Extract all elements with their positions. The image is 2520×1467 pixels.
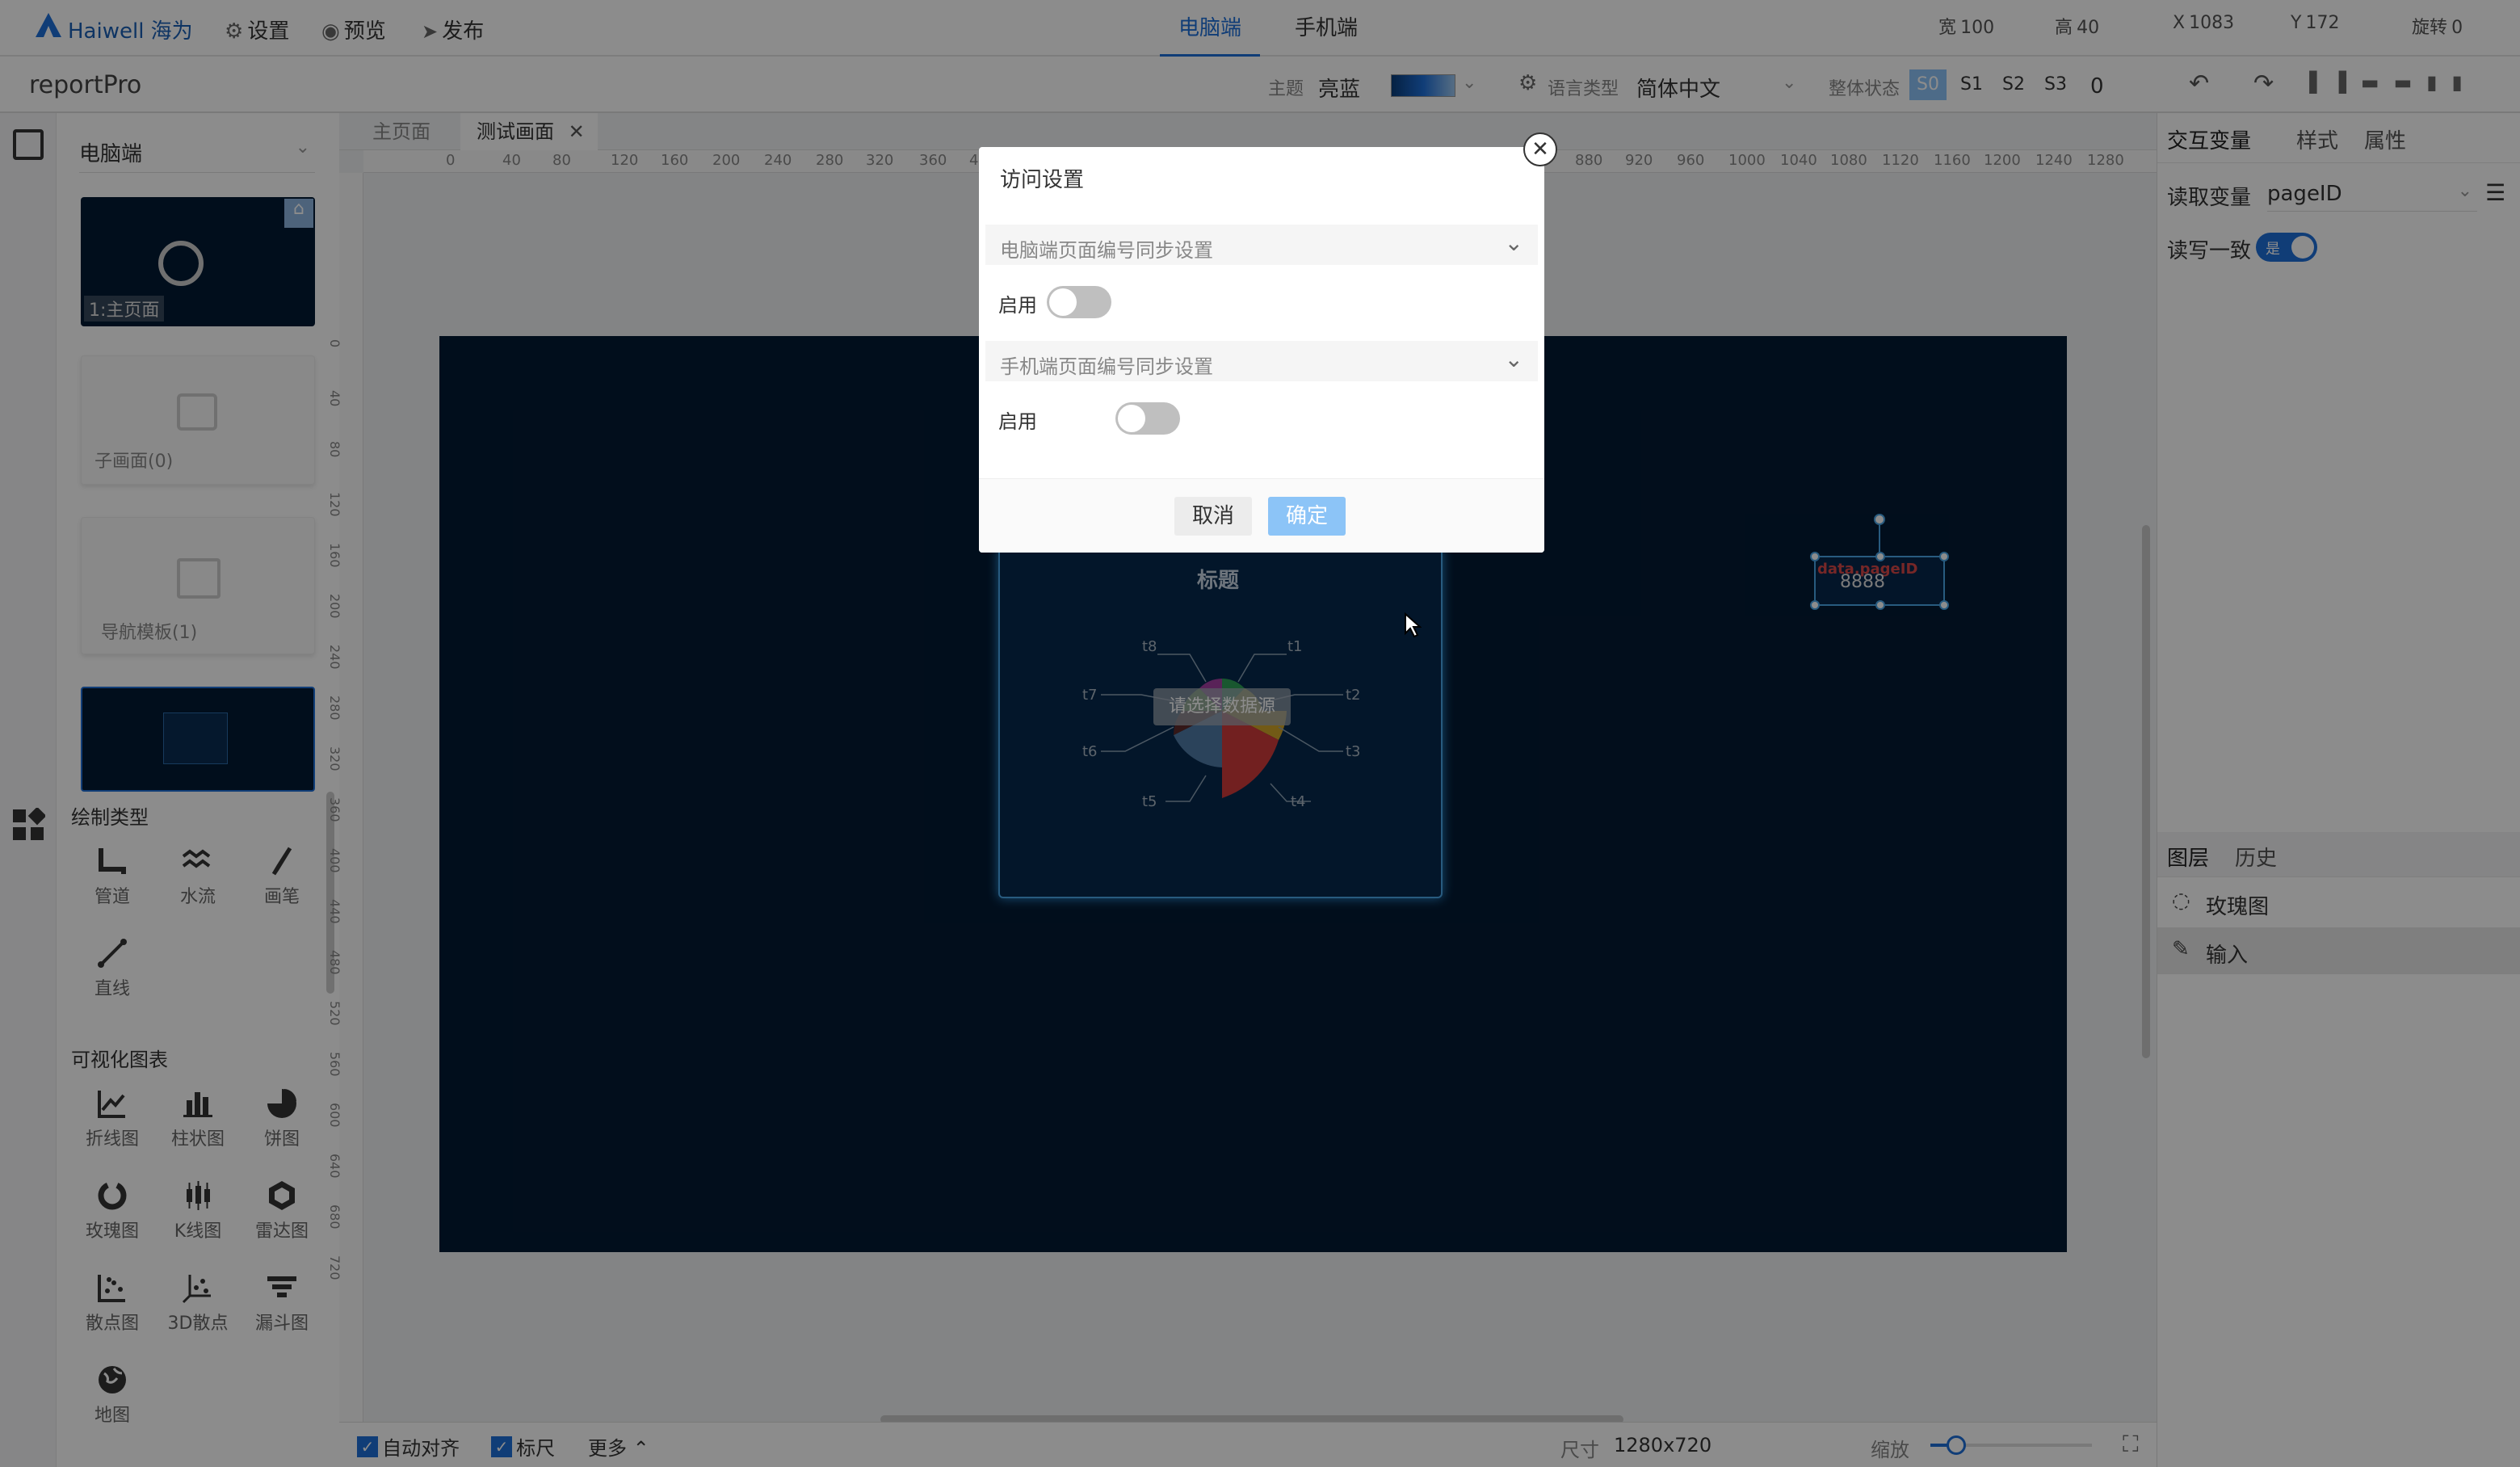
- dialog-close-button[interactable]: ✕: [1523, 132, 1557, 166]
- mobile-enable-switch[interactable]: [1115, 402, 1181, 435]
- mobile-enable-label: 启用: [998, 410, 1037, 433]
- close-icon: ✕: [1531, 137, 1549, 162]
- pc-enable-label: 启用: [998, 294, 1037, 317]
- confirm-button[interactable]: 确定: [1268, 497, 1346, 536]
- dialog-footer: 取消 确定: [979, 478, 1544, 553]
- pc-sync-section[interactable]: 电脑端页面编号同步设置 ⌄: [985, 225, 1538, 265]
- cancel-button[interactable]: 取消: [1174, 497, 1253, 536]
- mobile-sync-section[interactable]: 手机端页面编号同步设置 ⌄: [985, 341, 1538, 381]
- pc-enable-switch[interactable]: [1047, 286, 1111, 318]
- access-settings-dialog: 访问设置 电脑端页面编号同步设置 ⌄ 启用 手机端页面编号同步设置 ⌄ 启用 取…: [979, 147, 1544, 553]
- chevron-down-icon: ⌄: [1504, 229, 1523, 256]
- dialog-title: 访问设置: [1000, 168, 1085, 192]
- chevron-down-icon: ⌄: [1504, 346, 1523, 372]
- mouse-cursor-icon: [1404, 612, 1422, 641]
